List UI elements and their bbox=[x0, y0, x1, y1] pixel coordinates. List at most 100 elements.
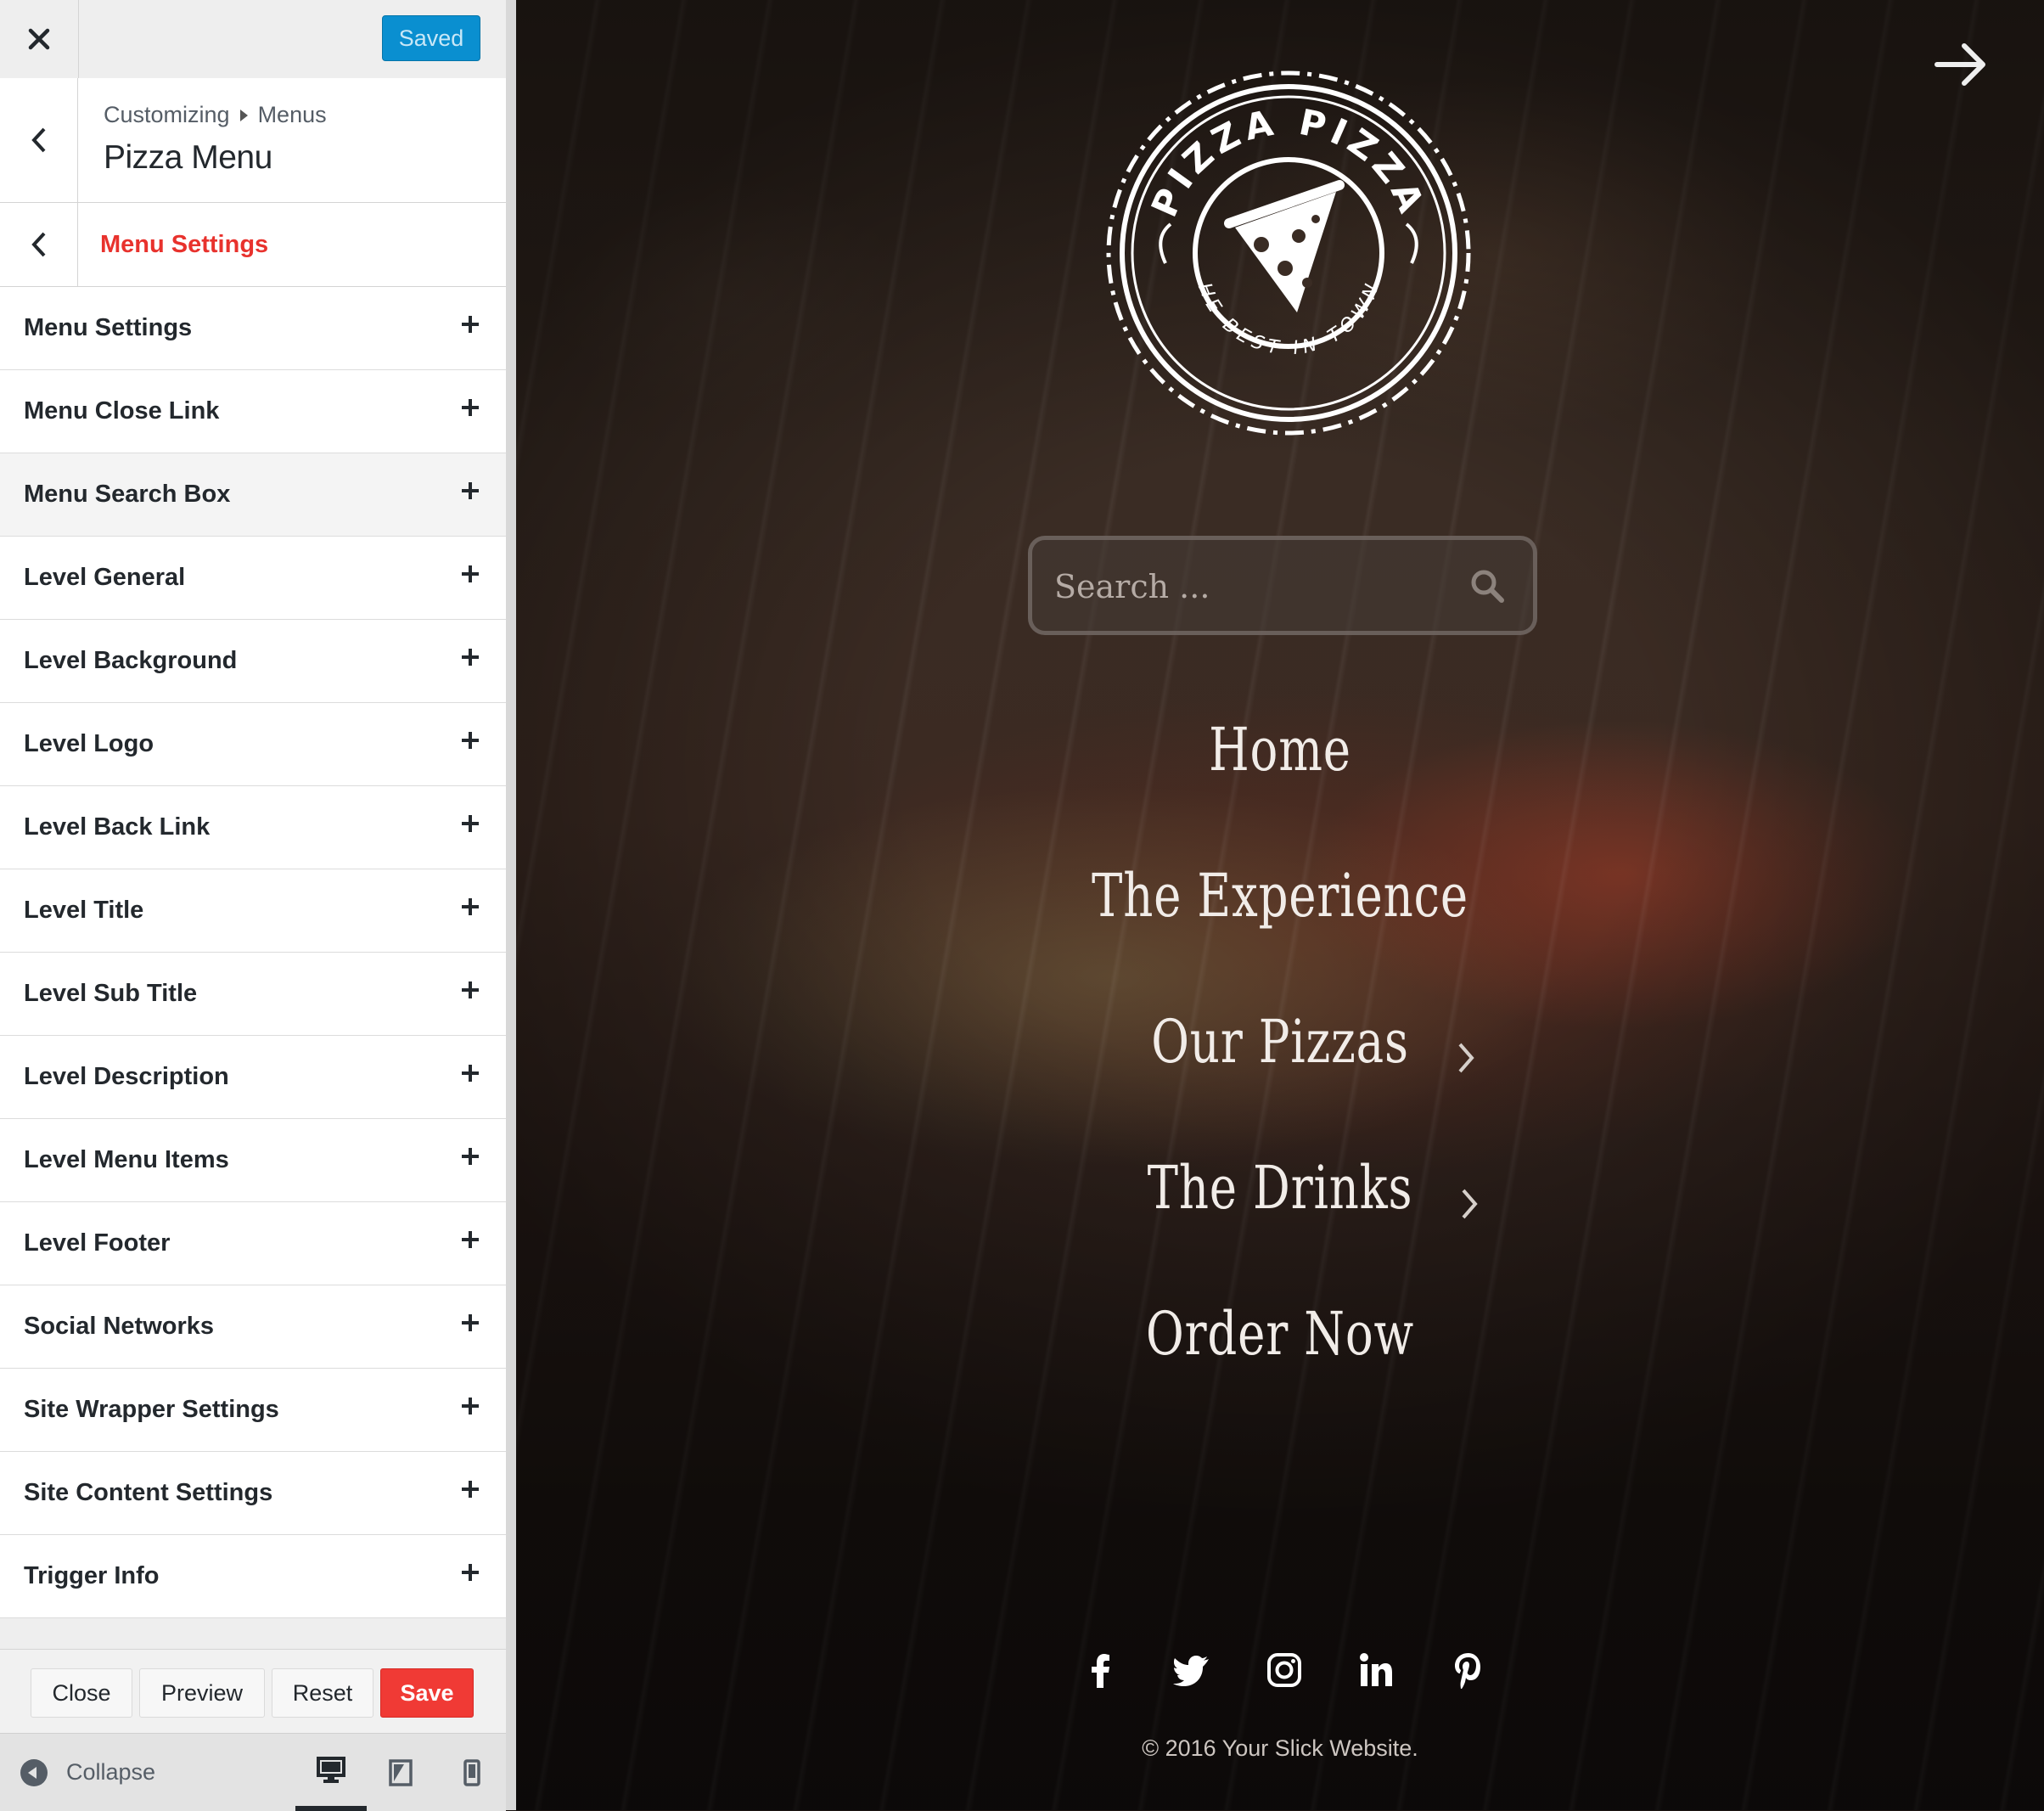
reset-button[interactable]: Reset bbox=[272, 1668, 373, 1718]
plus-icon bbox=[462, 1398, 479, 1414]
collapse-label: Collapse bbox=[66, 1759, 156, 1785]
device-mobile-button[interactable] bbox=[436, 1734, 508, 1811]
menu-item-order-now[interactable]: Order Now bbox=[684, 1299, 1876, 1369]
menu-item-our-pizzas[interactable]: Our Pizzas bbox=[684, 1007, 1876, 1077]
submenu-chevron-icon[interactable] bbox=[1453, 1039, 1479, 1077]
plus-icon bbox=[462, 399, 479, 416]
setting-site-content-settings[interactable]: Site Content Settings bbox=[0, 1452, 506, 1535]
setting-level-logo[interactable]: Level Logo bbox=[0, 703, 506, 786]
setting-level-background[interactable]: Level Background bbox=[0, 620, 506, 703]
setting-label: Menu Close Link bbox=[24, 397, 220, 425]
setting-label: Menu Settings bbox=[24, 314, 193, 341]
pizza-logo[interactable]: PIZZA PIZZA THE BEST IN TOWN! bbox=[1102, 66, 1475, 440]
twitter-icon[interactable] bbox=[1173, 1651, 1212, 1690]
setting-label: Level Menu Items bbox=[24, 1146, 229, 1173]
setting-label: Trigger Info bbox=[24, 1562, 160, 1589]
plus-icon bbox=[462, 316, 479, 333]
menu-item-home[interactable]: Home bbox=[684, 715, 1876, 785]
settings-list: Menu Settings Menu Close Link Menu Searc… bbox=[0, 287, 506, 1618]
plus-icon bbox=[462, 732, 479, 749]
back-to-menus-button[interactable] bbox=[0, 78, 78, 202]
section-header: Menu Settings bbox=[0, 203, 506, 287]
setting-social-networks[interactable]: Social Networks bbox=[0, 1285, 506, 1369]
plus-icon bbox=[462, 565, 479, 582]
breadcrumb-root: Customizing bbox=[104, 102, 230, 127]
facebook-icon[interactable] bbox=[1081, 1651, 1120, 1690]
setting-label: Level Logo bbox=[24, 730, 154, 757]
breadcrumb-separator-icon bbox=[239, 109, 248, 121]
menu-item-the-experience[interactable]: The Experience bbox=[684, 861, 1876, 931]
plus-icon bbox=[462, 482, 479, 499]
setting-label: Level Description bbox=[24, 1063, 229, 1090]
action-bar: Close Preview Reset Save bbox=[0, 1649, 506, 1733]
setting-label: Level Back Link bbox=[24, 813, 211, 841]
chevron-left-icon bbox=[31, 127, 45, 153]
copyright-text: © 2016 Your Slick Website. bbox=[1142, 1735, 1418, 1761]
setting-label: Social Networks bbox=[24, 1313, 215, 1340]
plus-icon bbox=[462, 1564, 479, 1581]
breadcrumb-leaf: Menus bbox=[257, 102, 327, 127]
pinterest-icon[interactable] bbox=[1448, 1651, 1487, 1690]
setting-label: Site Content Settings bbox=[24, 1479, 273, 1506]
arrow-right-icon[interactable] bbox=[1934, 39, 1990, 90]
close-button[interactable]: Close bbox=[31, 1668, 132, 1718]
device-desktop-button[interactable] bbox=[295, 1734, 367, 1811]
setting-trigger-info[interactable]: Trigger Info bbox=[0, 1535, 506, 1618]
customizer-footer: Collapse bbox=[0, 1733, 506, 1811]
plus-icon bbox=[462, 1314, 479, 1331]
setting-level-menu-items[interactable]: Level Menu Items bbox=[0, 1119, 506, 1202]
setting-menu-close-link[interactable]: Menu Close Link bbox=[0, 370, 506, 453]
mobile-icon bbox=[463, 1758, 480, 1786]
setting-label: Level General bbox=[24, 564, 186, 591]
plus-icon bbox=[462, 815, 479, 832]
setting-level-description[interactable]: Level Description bbox=[0, 1036, 506, 1119]
setting-menu-settings[interactable]: Menu Settings bbox=[0, 287, 506, 370]
device-tablet-button[interactable] bbox=[365, 1734, 436, 1811]
setting-label: Level Footer bbox=[24, 1229, 171, 1257]
desktop-icon bbox=[317, 1756, 345, 1783]
collapse-icon bbox=[20, 1758, 48, 1786]
setting-label: Level Title bbox=[24, 897, 144, 924]
close-icon bbox=[28, 28, 50, 50]
panel-header: Customizing Menus Pizza Menu bbox=[0, 78, 506, 203]
plus-icon bbox=[462, 981, 479, 998]
preview-button[interactable]: Preview bbox=[139, 1668, 265, 1718]
plus-icon bbox=[462, 1481, 479, 1498]
setting-menu-search-box[interactable]: Menu Search Box bbox=[0, 453, 506, 537]
plus-icon bbox=[462, 649, 479, 666]
site-preview: PIZZA PIZZA THE BEST IN TOWN! Home The E… bbox=[516, 0, 2044, 1810]
setting-label: Menu Search Box bbox=[24, 481, 231, 508]
plus-icon bbox=[462, 1148, 479, 1165]
setting-label: Site Wrapper Settings bbox=[24, 1396, 279, 1423]
setting-label: Level Sub Title bbox=[24, 980, 198, 1007]
setting-level-general[interactable]: Level General bbox=[0, 537, 506, 620]
social-links bbox=[516, 1651, 2044, 1691]
search-input[interactable] bbox=[1053, 540, 1446, 633]
plus-icon bbox=[462, 1231, 479, 1248]
setting-label: Level Background bbox=[24, 647, 238, 674]
tablet-icon bbox=[389, 1758, 413, 1786]
setting-level-back-link[interactable]: Level Back Link bbox=[0, 786, 506, 869]
setting-level-title[interactable]: Level Title bbox=[0, 869, 506, 953]
setting-level-sub-title[interactable]: Level Sub Title bbox=[0, 953, 506, 1036]
plus-icon bbox=[462, 898, 479, 915]
saved-button[interactable]: Saved bbox=[382, 15, 480, 61]
chevron-left-icon bbox=[31, 232, 45, 257]
plus-icon bbox=[462, 1065, 479, 1082]
setting-level-footer[interactable]: Level Footer bbox=[0, 1202, 506, 1285]
customizer-topbar: Saved bbox=[0, 0, 506, 79]
search-icon[interactable] bbox=[1470, 569, 1504, 603]
section-title: Menu Settings bbox=[100, 231, 269, 258]
back-to-panel-button[interactable] bbox=[0, 203, 78, 286]
customizer-sidebar: Saved Customizing Menus Pizza Menu Menu … bbox=[0, 0, 516, 1811]
instagram-icon[interactable] bbox=[1265, 1651, 1304, 1690]
menu-item-the-drinks[interactable]: The Drinks bbox=[684, 1153, 1876, 1223]
submenu-chevron-icon[interactable] bbox=[1457, 1185, 1482, 1223]
panel-title: Pizza Menu bbox=[104, 139, 272, 176]
breadcrumb: Customizing Menus bbox=[104, 102, 327, 128]
save-button[interactable]: Save bbox=[380, 1668, 474, 1718]
linkedin-icon[interactable] bbox=[1356, 1651, 1395, 1690]
collapse-button[interactable]: Collapse bbox=[20, 1734, 155, 1811]
setting-site-wrapper-settings[interactable]: Site Wrapper Settings bbox=[0, 1369, 506, 1452]
close-customizer-button[interactable] bbox=[0, 0, 79, 78]
